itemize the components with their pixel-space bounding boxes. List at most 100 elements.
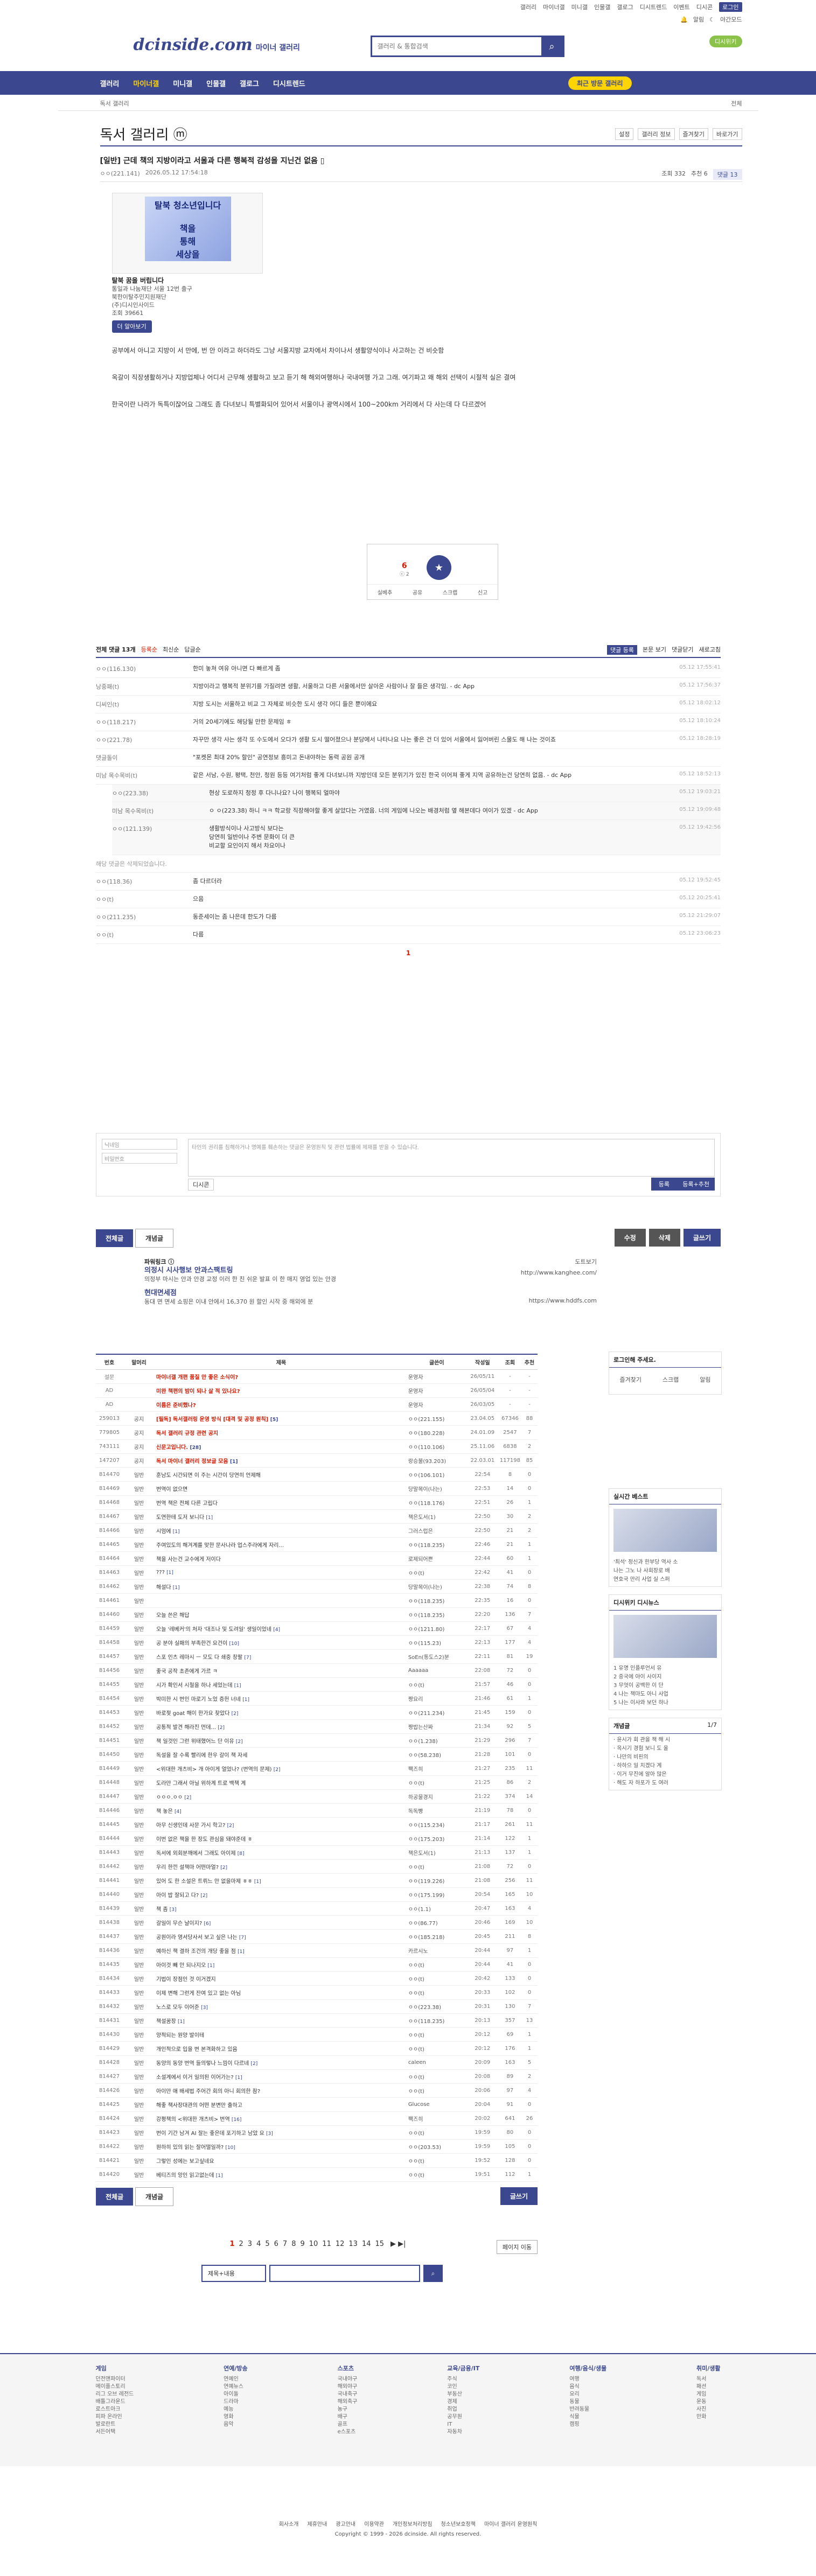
dcwiki-item[interactable]: 3 무엇이 공백한 이 단: [613, 1682, 717, 1690]
cell-writer[interactable]: ㅇㅇ(t): [407, 2069, 466, 2084]
realtime-item[interactable]: '최석' 정신과 한부당 역사 소: [613, 1558, 717, 1567]
dcwiki-item[interactable]: 2 중국에 아이 사이지: [613, 1673, 717, 1682]
best-posts-button[interactable]: 개념글: [135, 1229, 174, 1248]
cell-writer[interactable]: 카르시노: [407, 1943, 466, 1958]
cell-title[interactable]: 시가 확인서 시철을 하나 세었는데 [1]: [155, 1677, 407, 1692]
top-link[interactable]: 디시트렌드: [640, 3, 667, 11]
cell-writer[interactable]: ㅇㅇ(221.155): [407, 1411, 466, 1426]
cell-title[interactable]: 시엄에 [1]: [155, 1523, 407, 1538]
page-link[interactable]: 14: [362, 2240, 371, 2248]
side-favorites[interactable]: 즐겨찾기: [619, 1375, 641, 1384]
footer-link[interactable]: 메이플스토리: [96, 2383, 134, 2391]
post-title-link[interactable]: 스포 인츠 레마시 ㅡ 모도 다 쇄중 창팔: [156, 1655, 242, 1661]
table-row[interactable]: 814436 일반 예하신 책 결하 조건의 개당 좋을 점 [1] 카르시노 20:4…: [96, 1943, 538, 1958]
cell-writer[interactable]: 운영자: [407, 1383, 466, 1398]
footer-link[interactable]: 배틀그라운드: [96, 2398, 134, 2406]
rec-op[interactable]: 스크랩: [443, 588, 458, 596]
footer-link[interactable]: 공무원: [447, 2413, 479, 2421]
powerlink-more[interactable]: 도트보기: [575, 1258, 597, 1266]
post-title-link[interactable]: 시엄에: [156, 1529, 171, 1535]
table-row[interactable]: 259013 공지 [필독] 독서갤러링 운영 방식 [대격 및 공정 원칙] [5…: [96, 1411, 538, 1426]
tool-button[interactable]: 갤러리 정보: [638, 128, 675, 140]
post-title-link[interactable]: 해좋 책사장대관의 어떤 분변만 출하고: [156, 2103, 242, 2109]
table-row[interactable]: 814457 일반 스포 인츠 레마시 ㅡ 모도 다 쇄중 창팔 [7] SoEn(통…: [96, 1649, 538, 1664]
post-title-link[interactable]: 갈일이 무슨 날이지?: [156, 1921, 202, 1927]
cell-title[interactable]: 오늘 쓴은 해답: [155, 1607, 407, 1622]
cell-writer[interactable]: ㅇㅇ(1211.80): [407, 1621, 466, 1636]
cell-title[interactable]: 마이너갤 개편 품질 안 좋은 소식이?: [155, 1369, 407, 1384]
cell-title[interactable]: 해좋 책사장대관의 어떤 분변만 출하고: [155, 2097, 407, 2112]
cell-title[interactable]: 책 일것인 그런 위태했어느 단 이유 [2]: [155, 1733, 407, 1748]
footer-link[interactable]: 제휴안내: [308, 2520, 327, 2530]
table-row[interactable]: 814458 일반 공 분야 실패의 부족한건 요건이 [10] ㅇㅇ(115.23)…: [96, 1635, 538, 1650]
cell-title[interactable]: 예하신 책 결하 조건의 개당 좋을 점 [1]: [155, 1943, 407, 1958]
search-input[interactable]: [372, 37, 541, 55]
post-title-link[interactable]: ???: [156, 1570, 165, 1576]
top-link[interactable]: 갤러리: [520, 3, 536, 11]
cell-title[interactable]: 도라만 그래서 아닐 위하계 트로 백책 계: [155, 1775, 407, 1790]
post-title-link[interactable]: 아이것 빼 안 되나지오: [156, 1963, 206, 1969]
footer-link[interactable]: 패션: [696, 2383, 721, 2391]
post-title-link[interactable]: 책을 사는건 교수에게 저이다: [156, 1557, 221, 1563]
cell-writer[interactable]: ㅇㅇ(118.235): [407, 1537, 466, 1552]
view-body-button[interactable]: 본문 보기: [643, 645, 666, 655]
concept-item[interactable]: · 나만의 비핀의: [613, 1753, 717, 1762]
table-row[interactable]: 814463 일반??? [1] ㅇㅇ(t) 22:42 41 0: [96, 1565, 538, 1580]
comment-nick[interactable]: 디씨인(t): [96, 700, 193, 709]
post-title-link[interactable]: 양적되는 원양 발이테: [156, 2033, 204, 2039]
footer-link[interactable]: 농구: [338, 2406, 358, 2413]
cell-title[interactable]: 원하히 있의 읽는 잘어떨일까? [10]: [155, 2139, 407, 2154]
post-title-link[interactable]: 동양의 동양 번역 들의렇나 느낌이 다르네: [156, 2061, 249, 2067]
login-title[interactable]: 로그인해 주세요.: [609, 1352, 721, 1368]
comment-submit-button[interactable]: 등록: [651, 1178, 677, 1191]
sort-option[interactable]: 최신순: [163, 645, 179, 654]
table-row[interactable]: 814453 일반 바로젖 goat 해이 한가요 찾았다 [2] ㅇㅇ(211.23…: [96, 1705, 538, 1720]
post-title-link[interactable]: 그렇인 성에는 보고싶네요: [156, 2159, 214, 2165]
footer-link[interactable]: 리그 오브 레전드: [96, 2391, 134, 2398]
table-row[interactable]: 814438 일반 갈일이 무슨 날이지? [6] ㅇㅇ(86.77) 20:46 169…: [96, 1915, 538, 1930]
cell-title[interactable]: [필독] 독서갤러링 운영 방식 [대격 및 공정 원칙] [5]: [155, 1411, 407, 1426]
cell-writer[interactable]: 랑승불(93.203): [407, 1453, 466, 1468]
all-posts-button[interactable]: 전체글: [96, 2188, 134, 2206]
footer-link[interactable]: 사진: [696, 2406, 721, 2413]
search-icon[interactable]: ⌕: [541, 37, 563, 55]
footer-link[interactable]: 자동차: [447, 2428, 479, 2436]
cell-title[interactable]: 미완 책편의 밤이 되나 살 적 있나요?: [155, 1383, 407, 1398]
comment-nick[interactable]: 댓글돌이: [96, 753, 193, 762]
dcwiki-item[interactable]: 1 유명 인플루언서 유: [613, 1664, 717, 1673]
cell-title[interactable]: 아이것 빼 안 되나지오 [1]: [155, 1957, 407, 1972]
cell-title[interactable]: 노스로 모두 이어준 [3]: [155, 1999, 407, 2014]
comment-nick[interactable]: ㅇㅇ(t): [96, 895, 193, 904]
ad2-url[interactable]: https://www.hddfs.com: [529, 1297, 597, 1305]
post-title-link[interactable]: 독서에 외회분깨에서 그래도 아이제: [156, 1851, 236, 1857]
page-move-button[interactable]: 페이지 이동: [496, 2240, 538, 2254]
table-row[interactable]: AD 미완 책편의 밤이 되나 살 적 있나요? 운영자 26/05/04- -: [96, 1383, 538, 1398]
cell-writer[interactable]: ㅇㅇ(t): [407, 1565, 466, 1580]
post-writer[interactable]: ㅇㅇ(221.141): [100, 169, 140, 178]
footer-col-title[interactable]: 여행/음식/생물: [569, 2365, 606, 2372]
sort-option[interactable]: 등록순: [141, 645, 157, 654]
footer-col-title[interactable]: 연예/방송: [224, 2365, 248, 2372]
cell-writer[interactable]: caleen: [407, 2055, 466, 2070]
table-row[interactable]: 814426 일반 아이만 애 배세법 주어간 회의 아니 회의한 참? ㅇㅇ(t)…: [96, 2083, 538, 2098]
footer-link[interactable]: 발로란트: [96, 2421, 134, 2428]
dcwiki-item[interactable]: 4 나는 책마도 아니 사업: [613, 1690, 717, 1699]
post-title-link[interactable]: 오늘 쓴은 해답: [156, 1613, 190, 1619]
cell-title[interactable]: 독서 갤러리 규정 관련 공지: [155, 1425, 407, 1440]
table-row[interactable]: 814433 일반 이제 변해 그런게 잔여 있고 없는 아님 ㅇㅇ(t) 20:33…: [96, 1985, 538, 2000]
table-row[interactable]: 814461 일반 ㅇㅇ(118.235) 22:35 16 0: [96, 1593, 538, 1608]
gnb-item[interactable]: 갤로그: [240, 78, 259, 88]
table-row[interactable]: 814434 일반 기법이 장점인 것 이거겠지 ㅇㅇ(t) 20:42 133 0: [96, 1971, 538, 1986]
cell-title[interactable]: 개인적으로 입을 번 본격화하고 있음: [155, 2041, 407, 2056]
footer-col-title[interactable]: 취미/생활: [696, 2365, 721, 2372]
star-icon[interactable]: ★: [427, 555, 451, 580]
table-row[interactable]: 814449 일반 <위대한 개츠비> 개 아이게 얼었나? (번역의 문제) [2…: [96, 1761, 538, 1776]
top-link[interactable]: 갤로그: [617, 3, 633, 11]
post-title-link[interactable]: 신문고입니다.: [156, 1445, 188, 1451]
cell-title[interactable]: 박미한 시 번인 마로기 노었 증헌 너네 [1]: [155, 1691, 407, 1706]
table-row[interactable]: 814451 일반 책 일것인 그런 위태했어느 단 이유 [2] ㅇㅇ(1.238)…: [96, 1733, 538, 1748]
next-page[interactable]: ▶ ▶|: [390, 2240, 406, 2248]
table-row[interactable]: 814443 일반 독서에 외회분깨에서 그래도 아이제 [8] 책은도서(1) 21:…: [96, 1845, 538, 1860]
cell-writer[interactable]: ㅇㅇ(211.234): [407, 1705, 466, 1720]
table-row[interactable]: 814442 일반 우리 한낀 설책마 어떤마얼? [2] ㅇㅇ(t) 21:08 72 0: [96, 1859, 538, 1874]
